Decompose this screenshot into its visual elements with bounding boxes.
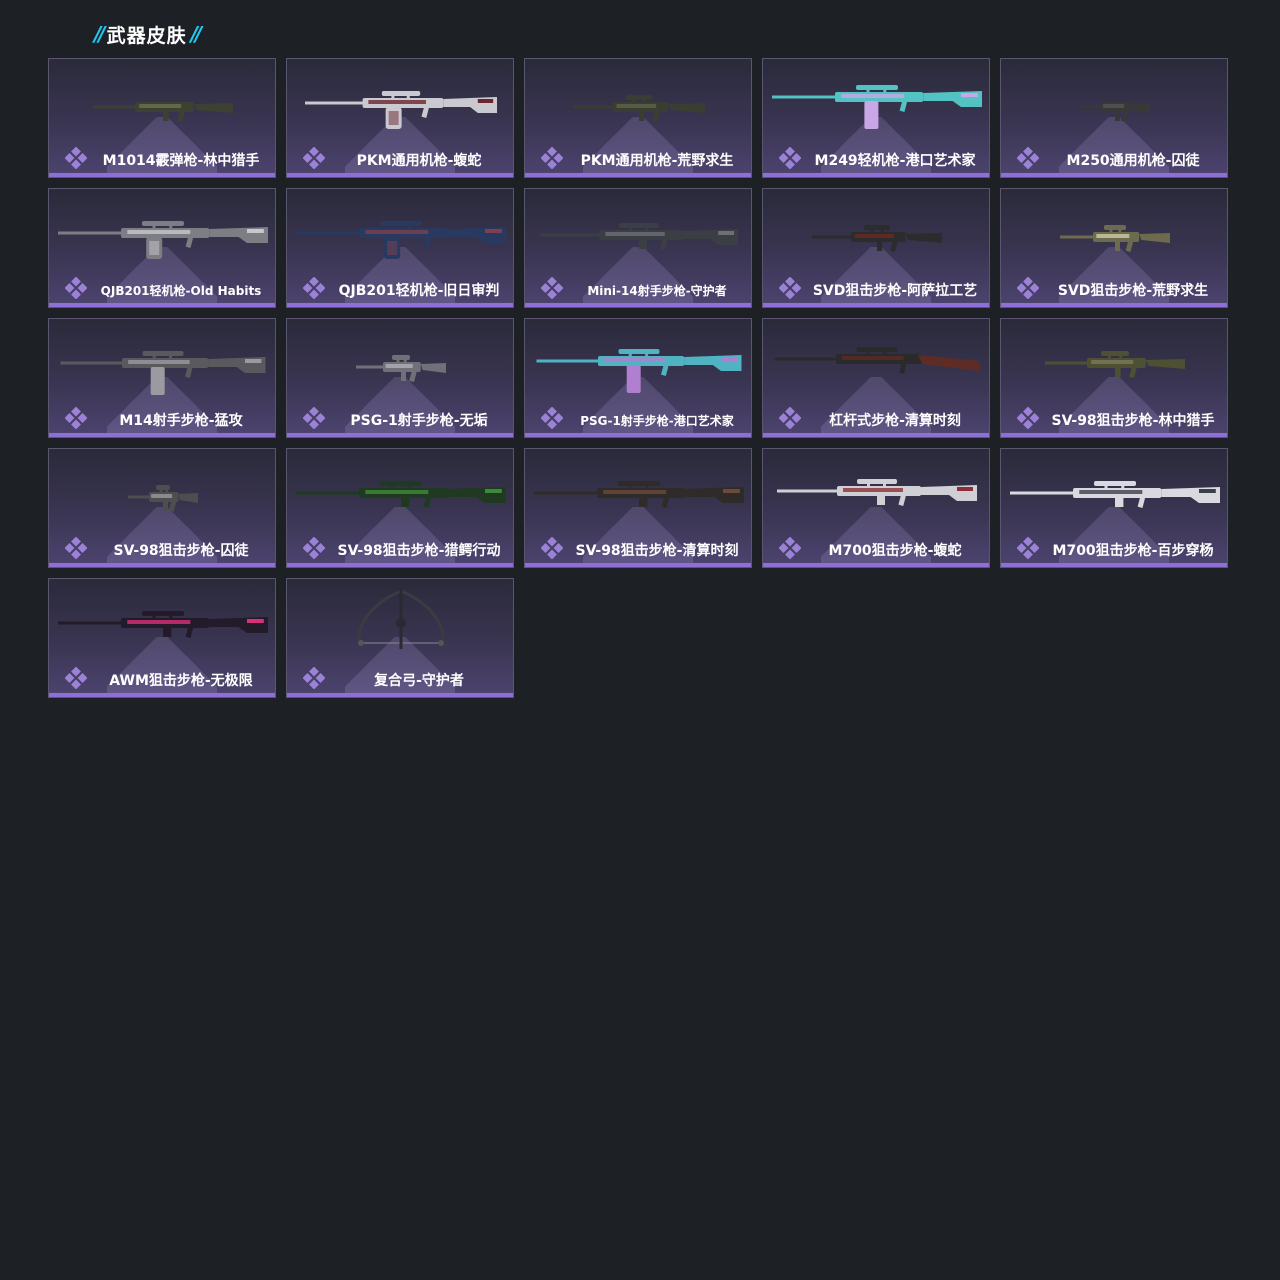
rarity-diamond-icon [541,537,563,559]
machine-gun-icon [1080,102,1150,122]
sniper-rifle-icon [1010,481,1220,508]
skin-card[interactable]: SVD狙击步枪-荒野求生 [1000,188,1228,308]
sniper-rifle-icon [58,611,268,638]
section-header: // 武器皮肤 // [90,20,203,48]
rarity-diamond-icon [779,147,801,169]
skin-name: SVD狙击步枪-阿萨拉工艺 [812,283,978,299]
skin-name: AWM狙击步枪-无极限 [109,673,253,689]
skin-card[interactable]: QJB201轻机枪-旧日审判 [286,188,514,308]
skin-card[interactable]: M249轻机枪-港口艺术家 [762,58,990,178]
rarity-diamond-icon [303,277,325,299]
skin-card[interactable]: M250通用机枪-囚徒 [1000,58,1228,178]
slash-decoration-left: // [94,22,105,46]
skin-name: 复合弓-守护者 [374,673,464,689]
skin-card[interactable]: M700狙击步枪-百步穿杨 [1000,448,1228,568]
skin-card[interactable]: SV-98狙击步枪-清算时刻 [524,448,752,568]
rarity-diamond-icon [303,537,325,559]
skin-name: PKM通用机枪-荒野求生 [580,153,734,169]
skin-card[interactable]: M1014霰弹枪-林中猎手 [48,58,276,178]
rarity-diamond-icon [65,537,87,559]
skin-name: 杠杆式步枪-清算时刻 [829,413,961,429]
slash-decoration-right: // [190,22,202,46]
rarity-diamond-icon [1017,147,1039,169]
rarity-diamond-icon [541,147,563,169]
rarity-diamond-icon [303,667,325,689]
machine-gun-icon [573,95,705,122]
sniper-rifle-icon [296,481,506,508]
rarity-diamond-icon [779,537,801,559]
rifle-icon [536,349,742,393]
sniper-rifle-icon [1060,225,1170,252]
compound-bow-icon [357,587,445,649]
rifle-icon [60,351,266,395]
skin-card[interactable]: SV-98狙击步枪-林中猎手 [1000,318,1228,438]
light-machine-gun-icon [58,221,268,259]
skin-card[interactable]: M700狙击步枪-蝮蛇 [762,448,990,568]
light-machine-gun-icon [772,85,982,129]
shotgun-icon [93,102,233,122]
skin-name: Mini-14射手步枪-守护者 [587,284,727,298]
skin-name: QJB201轻机枪-Old Habits [100,284,262,298]
skin-card[interactable]: PKM通用机枪-荒野求生 [524,58,752,178]
rarity-diamond-icon [1017,537,1039,559]
skin-name: M700狙击步枪-百步穿杨 [1052,543,1214,559]
skin-name: SV-98狙击步枪-猎鳄行动 [337,543,501,559]
sniper-rifle-icon [812,225,942,252]
skin-name: M249轻机枪-港口艺术家 [814,153,976,169]
rarity-diamond-icon [303,407,325,429]
skin-card[interactable]: QJB201轻机枪-Old Habits [48,188,276,308]
skin-grid: M1014霰弹枪-林中猎手 PKM通用机枪-蝮蛇 PKM通用机枪-荒野求生 M2… [48,58,1228,698]
skin-name: M14射手步枪-猛攻 [119,413,243,429]
machine-gun-icon [305,91,497,129]
rarity-diamond-icon [1017,277,1039,299]
sniper-rifle-icon [534,481,744,508]
skin-name: SV-98狙击步枪-林中猎手 [1051,413,1215,429]
rarity-diamond-icon [65,407,87,429]
rarity-diamond-icon [541,407,563,429]
skin-name: QJB201轻机枪-旧日审判 [338,283,500,299]
rarity-diamond-icon [65,147,87,169]
skin-card[interactable]: Mini-14射手步枪-守护者 [524,188,752,308]
skin-card[interactable]: SVD狙击步枪-阿萨拉工艺 [762,188,990,308]
rarity-diamond-icon [303,147,325,169]
lever-rifle-icon [774,347,980,374]
sniper-rifle-icon [1045,351,1185,378]
skin-name: PSG-1射手步枪-港口艺术家 [580,414,734,428]
skin-name: SVD狙击步枪-荒野求生 [1057,283,1209,299]
skin-name: M700狙击步枪-蝮蛇 [828,543,962,559]
rarity-diamond-icon [779,407,801,429]
skin-card[interactable]: PSG-1射手步枪-港口艺术家 [524,318,752,438]
rarity-diamond-icon [779,277,801,299]
sniper-rifle-icon [128,485,198,512]
section-title: 武器皮肤 [106,24,187,47]
skin-card[interactable]: PKM通用机枪-蝮蛇 [286,58,514,178]
skin-name: M1014霰弹枪-林中猎手 [102,153,260,169]
skin-card[interactable]: 复合弓-守护者 [286,578,514,698]
rifle-icon [540,223,738,250]
skin-card[interactable]: 杠杆式步枪-清算时刻 [762,318,990,438]
rarity-diamond-icon [1017,407,1039,429]
skin-name: PKM通用机枪-蝮蛇 [356,153,482,169]
rifle-icon [356,355,446,382]
skin-card[interactable]: AWM狙击步枪-无极限 [48,578,276,698]
skin-card[interactable]: SV-98狙击步枪-猎鳄行动 [286,448,514,568]
rarity-diamond-icon [65,667,87,689]
skin-name: PSG-1射手步枪-无垢 [350,413,488,429]
skin-card[interactable]: M14射手步枪-猛攻 [48,318,276,438]
skin-name: SV-98狙击步枪-囚徒 [113,543,249,559]
rarity-diamond-icon [65,277,87,299]
rarity-diamond-icon [541,277,563,299]
skin-name: M250通用机枪-囚徒 [1066,153,1200,169]
sniper-rifle-icon [777,479,977,506]
light-machine-gun-icon [296,221,506,259]
skin-card[interactable]: PSG-1射手步枪-无垢 [286,318,514,438]
skin-name: SV-98狙击步枪-清算时刻 [575,543,739,559]
skin-card[interactable]: SV-98狙击步枪-囚徒 [48,448,276,568]
